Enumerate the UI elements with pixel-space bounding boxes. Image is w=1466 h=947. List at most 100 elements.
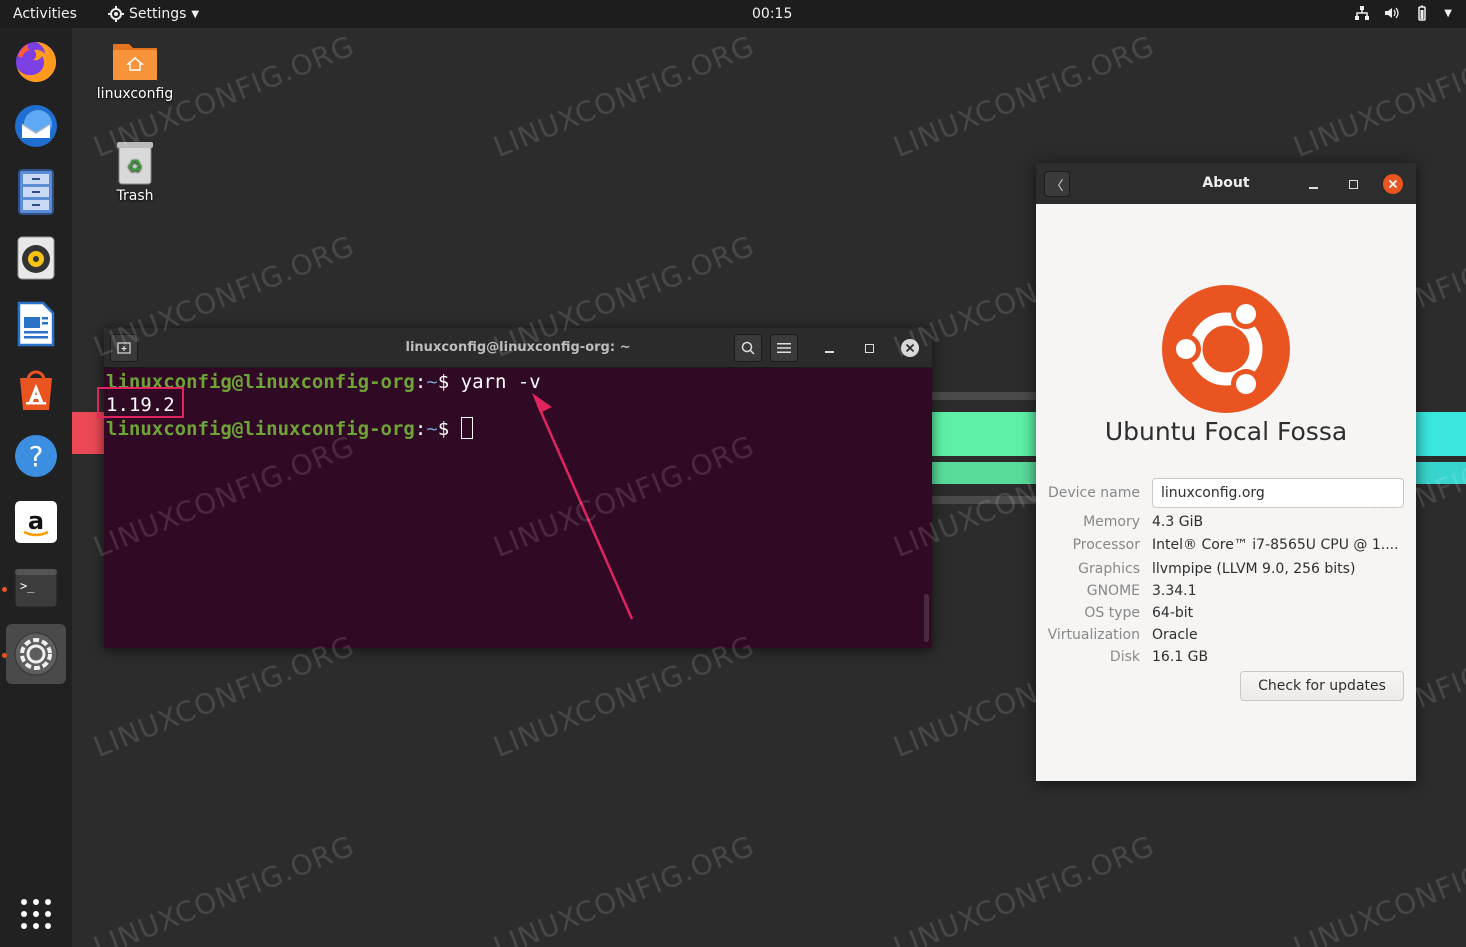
gear-icon xyxy=(108,6,124,22)
terminal-output[interactable]: linuxconfig@linuxconfig-org:~$ yarn -v 1… xyxy=(104,368,932,444)
svg-text:a: a xyxy=(28,507,44,535)
about-close-button[interactable] xyxy=(1380,171,1406,197)
os-name: Ubuntu Focal Fossa xyxy=(1104,417,1348,446)
watermark-text: LINUXCONFIG.ORG xyxy=(88,829,360,947)
firefox-icon xyxy=(16,41,57,82)
about-maximize-button[interactable] xyxy=(1340,171,1366,197)
show-applications-button[interactable] xyxy=(6,884,66,944)
info-key: Disk xyxy=(1109,649,1140,665)
info-row-memory: Memory 4.3 GiB xyxy=(1036,514,1416,536)
svg-text:♻: ♻ xyxy=(127,156,143,177)
dock-software[interactable] xyxy=(6,360,66,420)
text-cursor xyxy=(460,417,473,439)
dock-terminal[interactable]: >_ xyxy=(2,558,66,618)
top-bar: Activities Settings ▼ 00:15 ▼ xyxy=(0,0,1466,28)
help-icon: ? xyxy=(15,435,57,477)
about-minimize-button[interactable] xyxy=(1300,171,1326,197)
app-menu-button[interactable]: Settings ▼ xyxy=(108,6,199,22)
wallpaper-stripe-cyan-2 xyxy=(1416,462,1466,484)
dock-writer[interactable] xyxy=(6,294,66,354)
wallpaper-stripe-green-2 xyxy=(932,462,1036,484)
desktop-home-folder[interactable]: linuxconfig xyxy=(85,38,185,102)
close-icon xyxy=(1383,174,1403,194)
maximize-icon xyxy=(864,343,874,353)
terminal-minimize-button[interactable] xyxy=(815,334,843,362)
about-titlebar[interactable]: 〈 About xyxy=(1036,163,1416,204)
info-value: 4.3 GiB xyxy=(1152,514,1204,530)
prompt-path: ~ xyxy=(426,418,438,440)
terminal-titlebar[interactable]: linuxconfig@linuxconfig-org: ~ xyxy=(104,328,932,368)
about-window[interactable]: 〈 About Ubuntu Focal Fossa Device name l… xyxy=(1036,163,1416,781)
info-value: llvmpipe (LLVM 9.0, 256 bits) xyxy=(1152,561,1356,577)
device-name-field[interactable]: linuxconfig.org xyxy=(1152,478,1404,508)
info-row-virtualization: Virtualization Oracle xyxy=(1036,627,1416,649)
terminal-search-button[interactable] xyxy=(734,334,762,362)
wallpaper-stripe-grey xyxy=(932,392,1036,400)
terminal-line-1: linuxconfig@linuxconfig-org:~$ yarn -v xyxy=(106,371,930,394)
watermark-text: LINUXCONFIG.ORG xyxy=(888,829,1160,947)
prompt-separator: : xyxy=(414,371,427,393)
annotation-arrow xyxy=(532,393,634,620)
desktop-trash[interactable]: ♻ Trash xyxy=(85,140,185,204)
network-icon xyxy=(1355,6,1370,20)
file-cabinet-icon xyxy=(18,169,54,215)
svg-text:>_: >_ xyxy=(20,579,35,593)
check-for-updates-button[interactable]: Check for updates xyxy=(1240,671,1404,701)
software-store-icon xyxy=(20,370,52,410)
dock-firefox[interactable] xyxy=(6,30,66,90)
info-row-os-type: OS type 64-bit xyxy=(1036,605,1416,627)
prompt-user: linuxconfig@linuxconfig-org xyxy=(106,418,415,440)
settings-gear-icon xyxy=(14,632,58,676)
document-icon xyxy=(17,301,55,347)
minimize-icon xyxy=(824,351,834,353)
maximize-icon xyxy=(1348,179,1358,189)
terminal-icon: >_ xyxy=(14,568,58,608)
terminal-window[interactable]: linuxconfig@linuxconfig-org: ~ linuxconf… xyxy=(104,328,932,648)
prompt-symbol: $ xyxy=(437,418,461,440)
info-value: 16.1 GB xyxy=(1152,649,1209,665)
ubuntu-logo-icon xyxy=(1162,285,1290,413)
info-row-graphics: Graphics llvmpipe (LLVM 9.0, 256 bits) xyxy=(1036,561,1416,583)
terminal-scrollbar[interactable] xyxy=(924,594,929,642)
terminal-line-3: linuxconfig@linuxconfig-org:~$ xyxy=(106,417,930,441)
watermark-text: LINUXCONFIG.ORG xyxy=(488,829,760,947)
highlight-box xyxy=(97,387,184,418)
dock-files[interactable] xyxy=(6,162,66,222)
dock-amazon[interactable]: a xyxy=(6,492,66,552)
terminal-title: linuxconfig@linuxconfig-org: ~ xyxy=(405,340,631,355)
thunderbird-icon xyxy=(15,105,57,147)
home-folder-icon xyxy=(113,44,157,80)
dock-rhythmbox[interactable] xyxy=(6,228,66,288)
desktop-home-label: linuxconfig xyxy=(96,86,174,102)
amazon-icon: a xyxy=(15,501,57,543)
terminal-maximize-button[interactable] xyxy=(855,334,883,362)
terminal-menu-button[interactable] xyxy=(770,334,798,362)
hamburger-menu-icon xyxy=(777,343,791,353)
trash-icon: ♻ xyxy=(117,142,153,185)
watermark-text: LINUXCONFIG.ORG xyxy=(888,29,1160,164)
info-value: 64-bit xyxy=(1152,605,1194,621)
info-key: Virtualization xyxy=(1047,627,1140,643)
wallpaper-stripe-cyan xyxy=(1416,412,1466,456)
info-key: OS type xyxy=(1084,605,1140,621)
info-key: Graphics xyxy=(1078,561,1140,577)
chevron-down-icon: ▼ xyxy=(191,8,200,20)
system-tray[interactable]: ▼ xyxy=(1354,5,1452,21)
info-value: 3.34.1 xyxy=(1152,583,1197,599)
activities-button[interactable]: Activities xyxy=(13,6,77,22)
dock-settings[interactable] xyxy=(2,624,66,684)
running-indicator xyxy=(2,587,7,592)
info-value: Oracle xyxy=(1152,627,1198,643)
wallpaper-stripe-grey-2 xyxy=(932,496,1036,504)
clock[interactable]: 00:15 xyxy=(752,6,792,22)
info-value: Intel® Core™ i7-8565U CPU @ 1.... xyxy=(1152,537,1399,553)
info-row-processor: Processor Intel® Core™ i7-8565U CPU @ 1..… xyxy=(1036,537,1416,559)
terminal-close-button[interactable] xyxy=(896,334,924,362)
dock: ? a >_ xyxy=(0,28,72,947)
watermark-text: LINUXCONFIG.ORG xyxy=(1288,29,1466,164)
volume-icon xyxy=(1385,7,1399,19)
dock-thunderbird[interactable] xyxy=(6,96,66,156)
speaker-icon xyxy=(17,236,55,280)
dock-help[interactable]: ? xyxy=(6,426,66,486)
info-row-disk: Disk 16.1 GB xyxy=(1036,649,1416,671)
